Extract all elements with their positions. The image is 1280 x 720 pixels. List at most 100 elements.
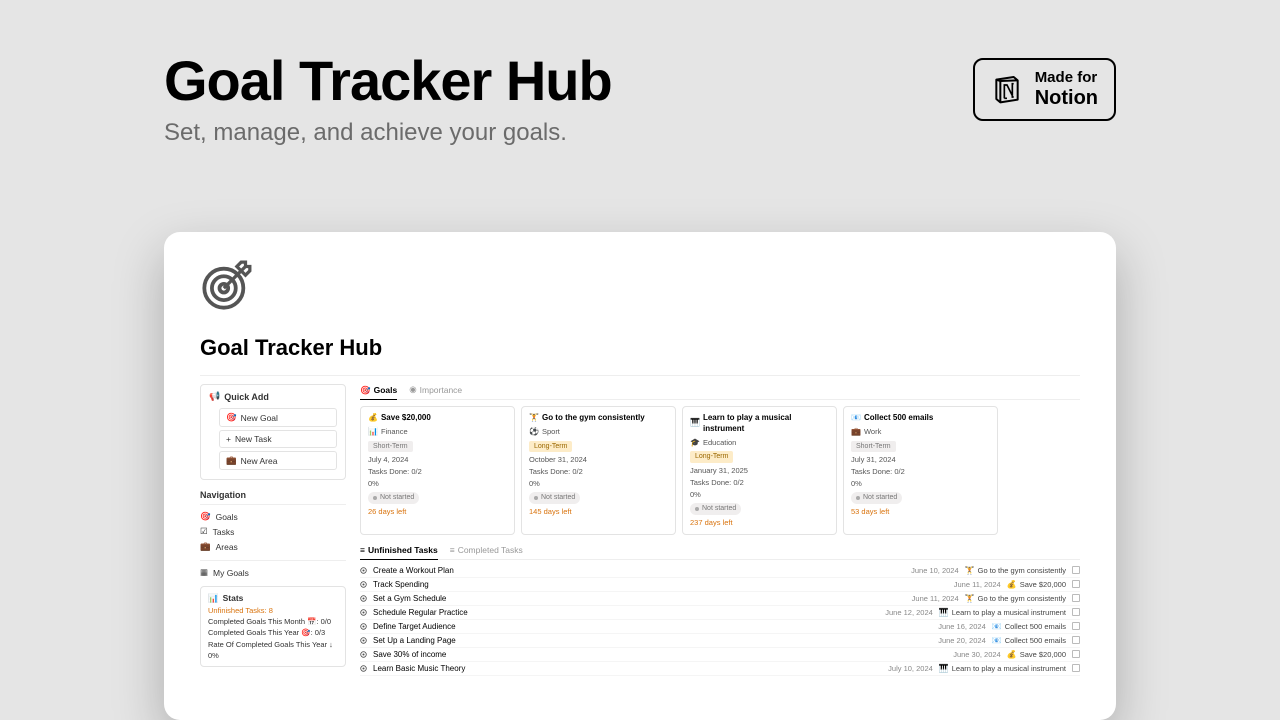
- task-bullet-icon: [360, 623, 367, 630]
- task-goal-emoji-icon: 💰: [1007, 580, 1017, 589]
- goal-card[interactable]: 💰Save $20,000📊FinanceShort-TermJuly 4, 2…: [360, 406, 515, 535]
- task-row[interactable]: Schedule Regular PracticeJune 12, 2024🎹L…: [360, 606, 1080, 620]
- task-goal-link[interactable]: 💰Save $20,000: [1007, 580, 1066, 589]
- quick-add-box: 📢 Quick Add 🎯New Goal +New Task 💼New Area: [200, 384, 346, 480]
- task-date: June 16, 2024: [938, 622, 986, 631]
- task-row[interactable]: Track SpendingJune 11, 2024💰Save $20,000: [360, 578, 1080, 592]
- briefcase-icon: 💼: [226, 455, 237, 466]
- task-row[interactable]: Learn Basic Music TheoryJuly 10, 2024🎹Le…: [360, 662, 1080, 676]
- task-goal-emoji-icon: 🏋️: [965, 566, 975, 575]
- task-name: Save 30% of income: [373, 650, 446, 659]
- goal-area: Finance: [381, 427, 408, 437]
- task-checkbox[interactable]: [1072, 650, 1080, 658]
- tab-completed-tasks[interactable]: ≡Completed Tasks: [450, 545, 523, 555]
- megaphone-icon: 📢: [209, 391, 220, 402]
- task-bullet-icon: [360, 637, 367, 644]
- tab-goals[interactable]: 🎯Goals: [360, 384, 397, 400]
- goal-tasks-done: Tasks Done: 0/2: [368, 467, 507, 477]
- goal-emoji-icon: 📧: [851, 413, 861, 424]
- task-goal-emoji-icon: 🎹: [939, 664, 949, 673]
- goal-percent: 0%: [690, 490, 829, 500]
- task-goal-link[interactable]: 💰Save $20,000: [1007, 650, 1066, 659]
- task-row[interactable]: Create a Workout PlanJune 10, 2024🏋️Go t…: [360, 564, 1080, 578]
- list-done-icon: ≡: [450, 545, 455, 555]
- task-date: June 12, 2024: [885, 608, 933, 617]
- nav-my-goals[interactable]: ▦My Goals: [200, 565, 346, 580]
- page-subtitle: Set, manage, and achieve your goals.: [164, 119, 612, 147]
- new-area-button[interactable]: 💼New Area: [219, 451, 337, 470]
- target-icon: [200, 260, 252, 312]
- task-checkbox[interactable]: [1072, 636, 1080, 644]
- task-name: Set Up a Landing Page: [373, 636, 456, 645]
- new-goal-button[interactable]: 🎯New Goal: [219, 408, 337, 427]
- nav-goals[interactable]: 🎯Goals: [200, 509, 346, 524]
- task-date: June 11, 2024: [912, 594, 959, 603]
- tab-unfinished-tasks[interactable]: ≡Unfinished Tasks: [360, 545, 438, 560]
- days-left: 53 days left: [851, 507, 990, 517]
- task-checkbox[interactable]: [1072, 594, 1080, 602]
- task-goal-link[interactable]: 🏋️Go to the gym consistently: [965, 594, 1066, 603]
- briefcase-nav-icon: 💼: [200, 541, 211, 552]
- goal-emoji-icon: 🏋️: [529, 413, 539, 424]
- task-goal-emoji-icon: 💰: [1007, 650, 1017, 659]
- navigation-title: Navigation: [200, 490, 346, 500]
- main-content: 🎯Goals ◉Importance 💰Save $20,000📊Finance…: [360, 384, 1080, 676]
- stats-rate: Rate Of Completed Goals This Year ↓: [208, 639, 338, 650]
- goal-date: July 4, 2024: [368, 455, 507, 465]
- task-goal-link[interactable]: 🎹Learn to play a musical instrument: [939, 664, 1066, 673]
- target-nav-icon: 🎯: [200, 511, 211, 522]
- goal-title: Save $20,000: [381, 413, 431, 424]
- list-icon: ≡: [360, 545, 365, 555]
- task-row[interactable]: Define Target Audience June 16, 2024 📧Coll…: [360, 620, 1080, 634]
- goal-percent: 0%: [368, 479, 507, 489]
- task-bullet-icon: [360, 651, 367, 658]
- area-emoji-icon: 🎓: [690, 438, 700, 449]
- nav-areas[interactable]: 💼Areas: [200, 539, 346, 554]
- status-badge: Not started: [690, 503, 741, 514]
- task-checkbox[interactable]: [1072, 622, 1080, 630]
- goal-card[interactable]: 📧Collect 500 emails💼WorkShort-TermJuly 3…: [843, 406, 998, 535]
- new-task-button[interactable]: +New Task: [219, 430, 337, 448]
- task-name: Set a Gym Schedule: [373, 594, 446, 603]
- task-goal-emoji-icon: 📧: [992, 622, 1002, 631]
- task-bullet-icon: [360, 595, 367, 602]
- goal-area: Work: [864, 427, 881, 437]
- task-checkbox[interactable]: [1072, 566, 1080, 574]
- target-tab-icon: 🎯: [360, 385, 371, 396]
- area-emoji-icon: 📊: [368, 427, 378, 438]
- status-badge: Not started: [368, 492, 419, 503]
- task-row[interactable]: Save 30% of incomeJune 30, 2024💰Save $20…: [360, 648, 1080, 662]
- importance-icon: ◉: [409, 384, 416, 395]
- made-for-notion-badge: Made for Notion: [973, 58, 1116, 121]
- nav-tasks[interactable]: ☑Tasks: [200, 524, 346, 539]
- task-checkbox[interactable]: [1072, 608, 1080, 616]
- goal-card[interactable]: 🏋️Go to the gym consistently⚽SportLong-T…: [521, 406, 676, 535]
- task-row[interactable]: Set Up a Landing PageJune 20, 2024📧Colle…: [360, 634, 1080, 648]
- task-checkbox[interactable]: [1072, 664, 1080, 672]
- task-checkbox[interactable]: [1072, 580, 1080, 588]
- grid-icon: ▦: [200, 567, 208, 578]
- days-left: 237 days left: [690, 518, 829, 528]
- goal-card[interactable]: 🎹Learn to play a musical instrument🎓Educ…: [682, 406, 837, 535]
- task-name: Create a Workout Plan: [373, 566, 454, 575]
- task-goal-link[interactable]: 📧Collect 500 emails: [992, 622, 1066, 631]
- days-left: 145 days left: [529, 507, 668, 517]
- quick-add-title: Quick Add: [224, 392, 269, 402]
- task-goal-link[interactable]: 🏋️Go to the gym consistently: [965, 566, 1066, 575]
- target-small-icon: 🎯: [226, 412, 237, 423]
- task-goal-link[interactable]: 🎹Learn to play a musical instrument: [939, 608, 1066, 617]
- badge-line2: Notion: [1035, 87, 1098, 109]
- goal-percent: 0%: [851, 479, 990, 489]
- task-name: Define Target Audience: [373, 622, 456, 631]
- stats-box: 📊Stats Unfinished Tasks: 8 Completed Goa…: [200, 586, 346, 667]
- area-emoji-icon: ⚽: [529, 427, 539, 438]
- notion-logo-icon: [991, 73, 1023, 105]
- goal-area: Sport: [542, 427, 560, 437]
- sidebar: 📢 Quick Add 🎯New Goal +New Task 💼New Area…: [200, 384, 346, 676]
- goal-percent: 0%: [529, 479, 668, 489]
- status-badge: Not started: [529, 492, 580, 503]
- task-bullet-icon: [360, 609, 367, 616]
- tab-importance[interactable]: ◉Importance: [409, 384, 462, 395]
- task-goal-link[interactable]: 📧Collect 500 emails: [992, 636, 1066, 645]
- task-row[interactable]: Set a Gym Schedule June 11, 2024 🏋️Go to t…: [360, 592, 1080, 606]
